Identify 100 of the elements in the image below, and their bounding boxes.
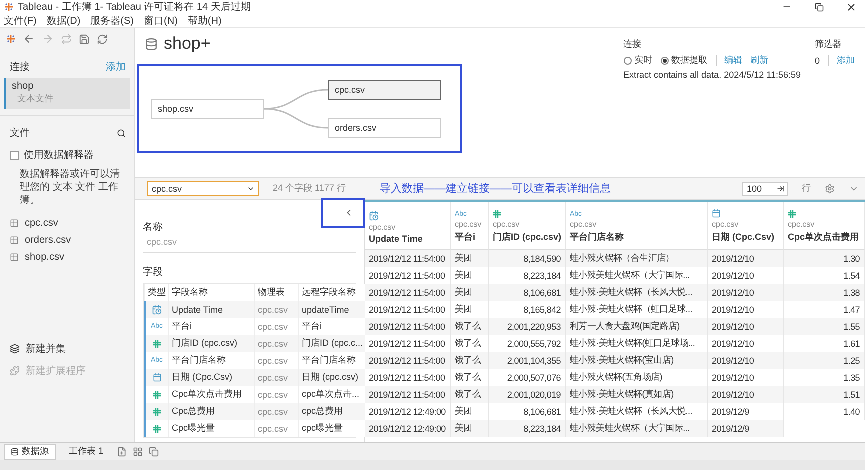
table-cell: 2019/12/10 xyxy=(708,352,784,369)
table-cell: 2019/12/10 xyxy=(708,284,784,301)
radio-button[interactable] xyxy=(624,56,632,64)
interpreter-note: 数据解释器或许可以清理您的 文本 文件 工作簿。 xyxy=(19,168,121,208)
table-cell: 2019/12/9 xyxy=(708,420,784,437)
table-node[interactable]: orders.csv xyxy=(328,118,441,138)
settings-icon[interactable] xyxy=(825,184,835,194)
refresh-icon[interactable] xyxy=(97,34,108,44)
file-item[interactable]: shop.csv xyxy=(25,252,64,263)
file-item[interactable]: cpc.csv xyxy=(25,218,58,229)
radio-label: 实时 xyxy=(634,54,653,67)
table-cell: 8,223,184 xyxy=(489,420,566,437)
menu-item[interactable]: 窗口(N) xyxy=(144,14,178,28)
file-item[interactable]: orders.csv xyxy=(25,235,72,246)
table-cell: Cpc总费用 xyxy=(168,403,254,420)
table-cell: 1.51 xyxy=(784,386,865,403)
column-header[interactable]: Update Time xyxy=(369,234,446,244)
table-cell: 1.55 xyxy=(784,318,865,335)
column-header[interactable]: 日期 (Cpc.Csv) xyxy=(712,231,779,244)
logo-icon xyxy=(6,34,16,44)
table-cell: 8,106,681 xyxy=(489,284,566,301)
column-source: cpc.csv xyxy=(712,220,740,229)
fields-label: 字段 xyxy=(143,266,164,279)
menu-item[interactable]: 服务器(S) xyxy=(90,14,134,28)
connection-name: shop xyxy=(12,81,35,92)
table-cell: 2,001,020,019 xyxy=(489,386,566,403)
column-header[interactable]: 平台门店名称 xyxy=(570,231,703,244)
column-source: cpc.csv xyxy=(570,220,598,229)
table-icon xyxy=(10,253,19,262)
table-cell: 蛙小辣火锅杯（合生汇店） xyxy=(566,250,708,267)
restore-icon[interactable] xyxy=(814,2,824,12)
name-label: 名称 xyxy=(143,221,164,234)
hash-icon xyxy=(153,408,161,416)
calendar-icon xyxy=(152,373,162,382)
table-node[interactable]: shop.csv xyxy=(151,98,264,118)
column-source: cpc.csv xyxy=(369,223,397,232)
checkbox[interactable] xyxy=(10,150,19,160)
table-cell: cpc.csv xyxy=(254,369,298,386)
connection-link[interactable]: 编辑 xyxy=(724,54,743,67)
search-icon[interactable] xyxy=(117,128,126,138)
new-story-icon[interactable] xyxy=(148,446,159,456)
table-cell: cpc单次点击... xyxy=(298,386,366,403)
sheet-tab[interactable]: 数据源 xyxy=(4,444,56,460)
column-source: cpc.csv xyxy=(455,220,483,229)
connection-item[interactable]: shop 文本文件 xyxy=(4,78,130,109)
table-cell: 2019/12/10 xyxy=(708,386,784,403)
connection-label: 连接 xyxy=(624,38,643,51)
table-cell: 饿了么 xyxy=(451,352,489,369)
action-link[interactable]: 新建并集 xyxy=(26,342,66,356)
table-cell: 2019/12/12 12:49:00 xyxy=(365,420,451,437)
table-summary: 24 个字段 1177 行 xyxy=(273,182,346,195)
window-title: Tableau - 工作簿 1- Tableau 许可证将在 14 天后过期 xyxy=(18,0,252,14)
table-icon xyxy=(10,236,19,245)
table-cell: 饿了么 xyxy=(451,386,489,403)
table-cell: 美团 xyxy=(451,420,489,437)
calendar-clock-icon xyxy=(152,304,162,314)
table-cell: 日期 (cpc.csv) xyxy=(298,369,366,386)
table-cell: 平台门店名称 xyxy=(298,352,366,369)
sheet-tab[interactable]: 工作表 1 xyxy=(62,444,111,460)
table-cell: 2019/12/12 12:49:00 xyxy=(365,403,451,420)
table-cell: cpc曝光量 xyxy=(298,420,366,437)
save-icon[interactable] xyxy=(79,34,90,44)
extract-status: Extract contains all data. 2024/5/12 11:56:59 xyxy=(624,70,801,80)
table-cell: 蛙小辣·美蛙火锅杯(真如店) xyxy=(566,386,708,403)
table-cell: 蛙小辣美蛙火锅杯（大宁国际... xyxy=(566,420,708,437)
table-node[interactable]: cpc.csv xyxy=(328,80,441,100)
table-cell: 2019/12/10 xyxy=(708,318,784,335)
filters-label: 筛选器 xyxy=(814,38,843,51)
close-icon[interactable] xyxy=(846,2,856,12)
table-cell: cpc.csv xyxy=(254,403,298,420)
row-limit-field[interactable]: 100 xyxy=(742,182,788,196)
column-header[interactable]: 平台i xyxy=(455,231,484,244)
datasource-title[interactable]: shop+ xyxy=(164,34,211,54)
back-icon[interactable] xyxy=(23,33,35,45)
connection-type: 文本文件 xyxy=(16,93,54,106)
table-cell: cpc.csv xyxy=(254,301,298,318)
radio-button[interactable] xyxy=(660,56,669,64)
menu-item[interactable]: 文件(F) xyxy=(4,14,37,28)
table-cell: 2019/12/12 11:54:00 xyxy=(365,284,451,301)
table-cell: 门店ID (cpc.c... xyxy=(298,335,366,352)
hash-icon xyxy=(493,210,501,218)
connection-link[interactable]: 刷新 xyxy=(750,54,769,67)
add-filter-link[interactable]: 添加 xyxy=(837,54,855,67)
logo-icon xyxy=(4,2,14,12)
table-cell: 利芳一人食大盘鸡(国定路店) xyxy=(566,318,708,335)
table-cell: 门店ID (cpc.csv) xyxy=(168,335,254,352)
hash-icon xyxy=(153,424,161,432)
table-dropdown[interactable]: cpc.csv xyxy=(147,181,259,196)
menu-item[interactable]: 帮助(H) xyxy=(188,14,222,28)
hash-icon xyxy=(153,340,161,348)
menu-item[interactable]: 数据(D) xyxy=(46,14,81,28)
table-cell: 平台i xyxy=(298,318,366,335)
new-sheet-icon[interactable] xyxy=(116,446,127,456)
table-cell: 1.30 xyxy=(784,250,865,267)
column-header[interactable]: Cpc单次点击费用 xyxy=(788,231,860,244)
puzzle-icon xyxy=(10,366,20,376)
table-icon xyxy=(10,219,19,228)
table-cell: 1.38 xyxy=(784,284,865,301)
column-header[interactable]: 门店ID (cpc.csv) xyxy=(493,231,561,244)
new-dashboard-icon[interactable] xyxy=(132,446,143,456)
